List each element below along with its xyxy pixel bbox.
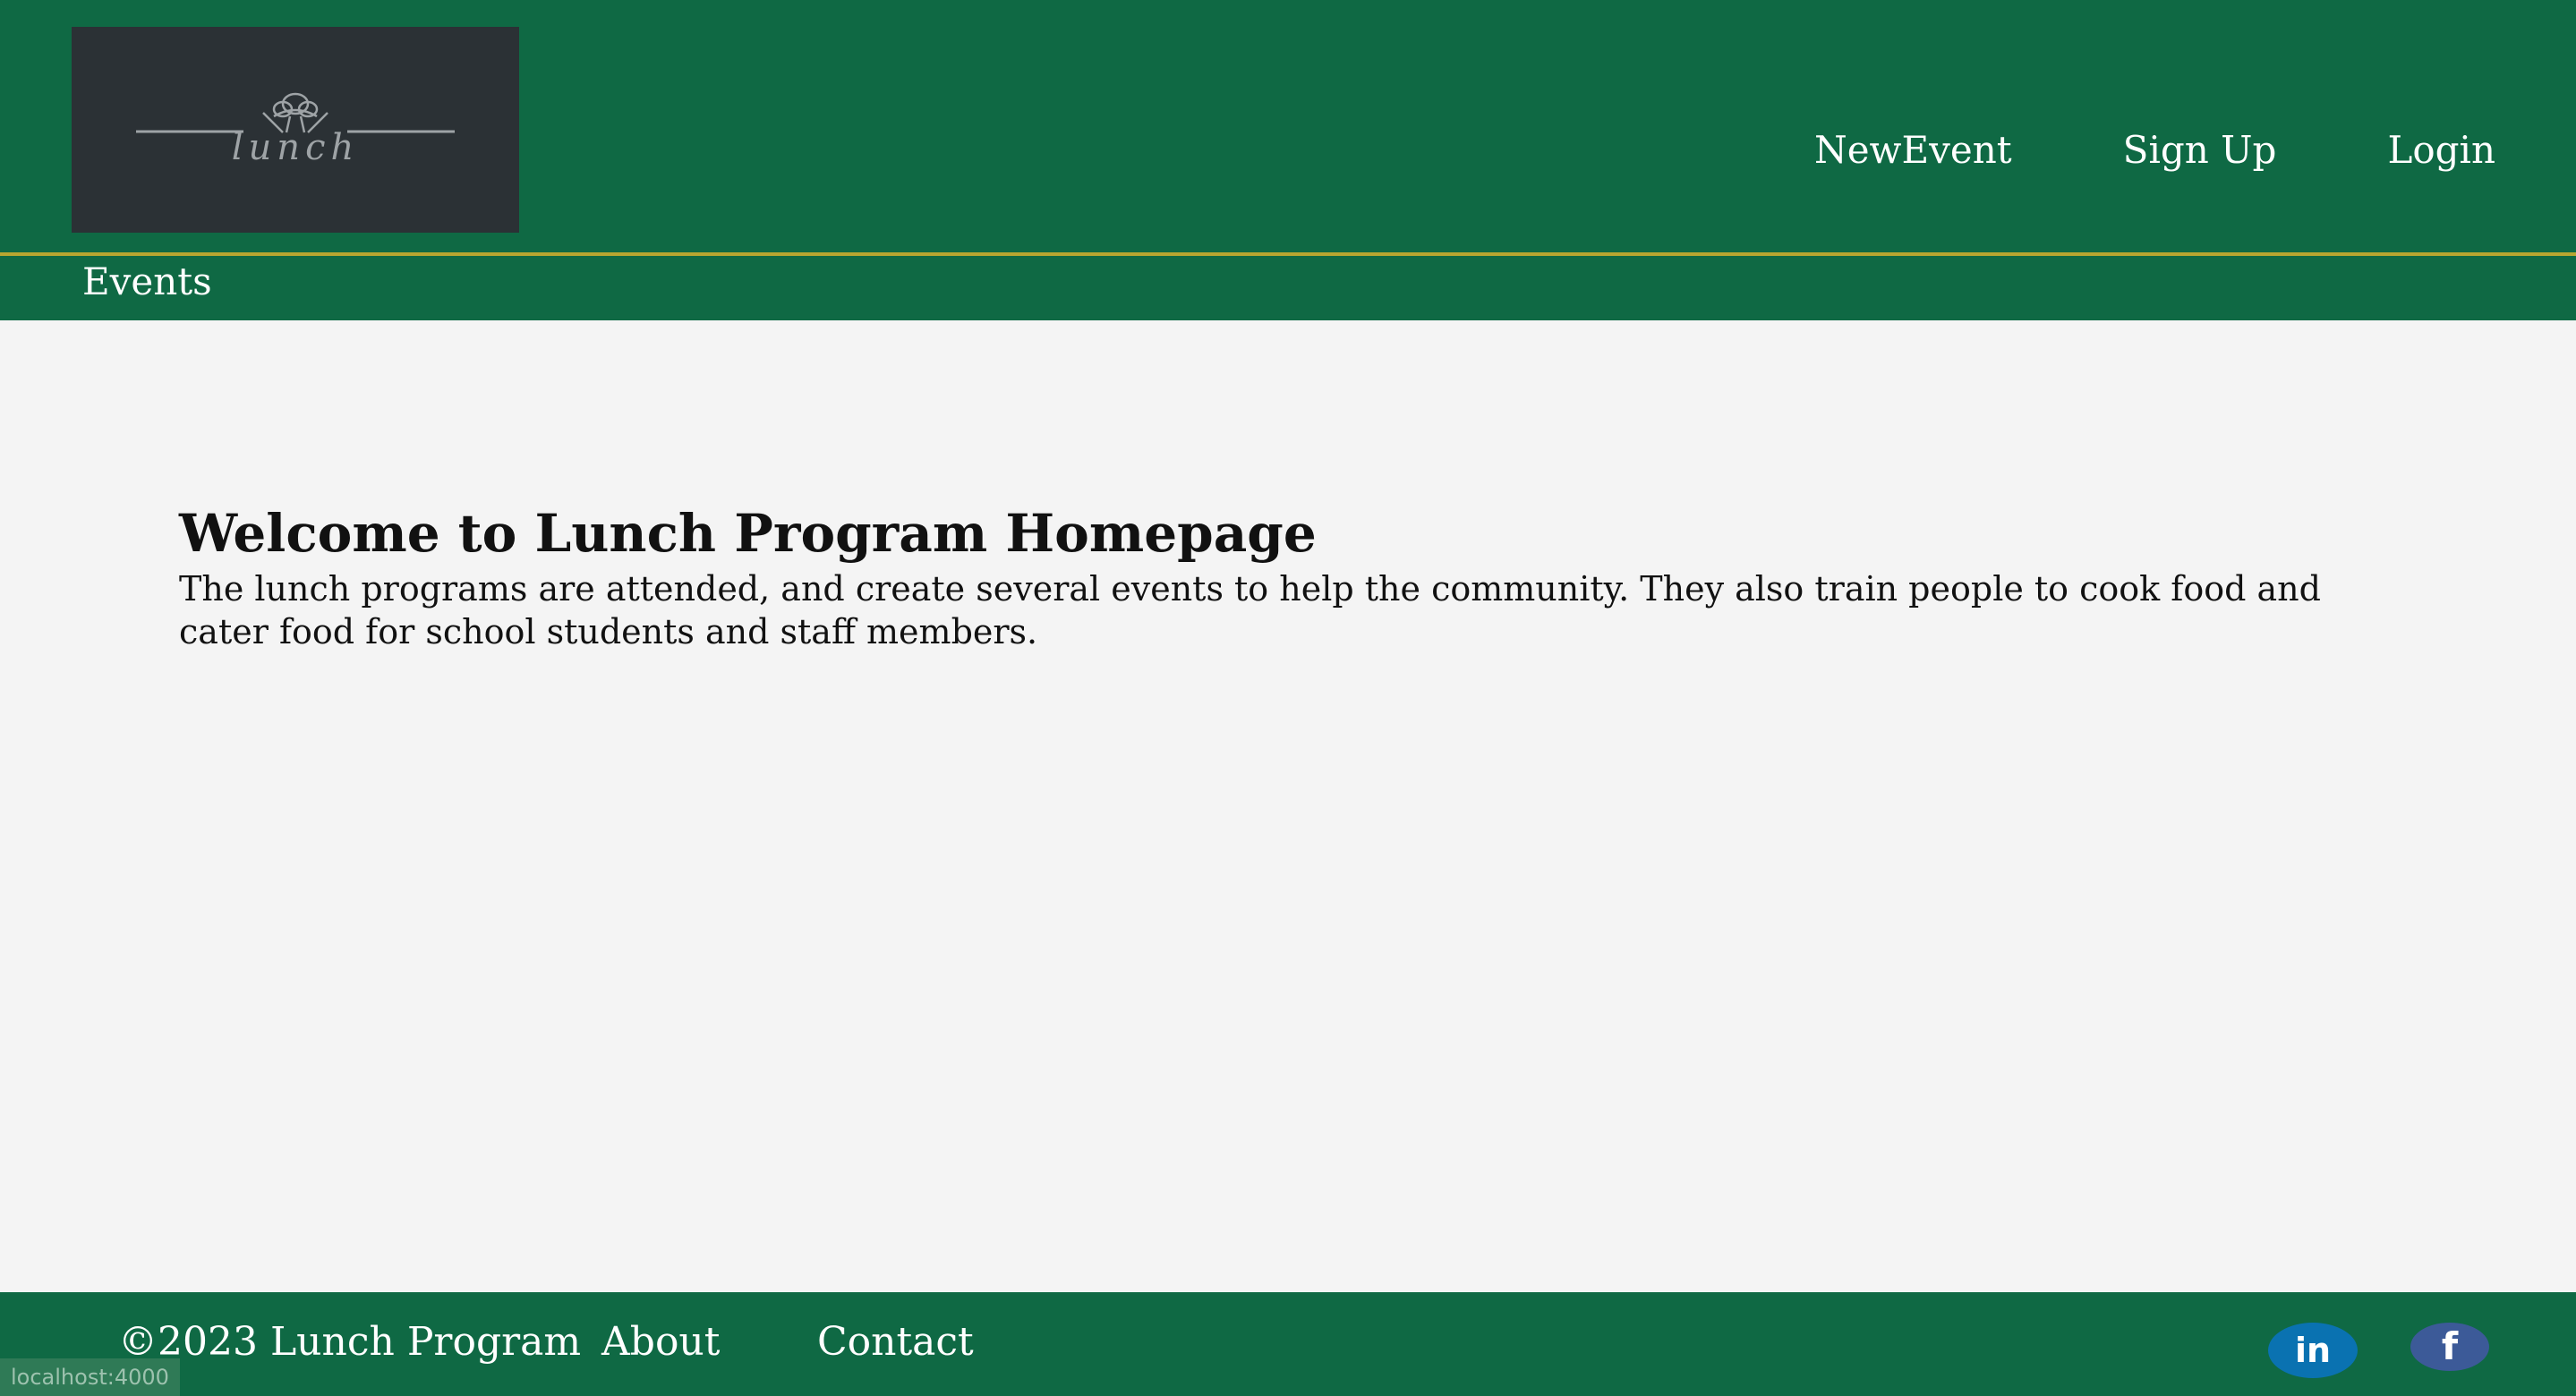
- linkedin-icon[interactable]: in: [2268, 1323, 2358, 1378]
- copyright-text: ©2023 Lunch Program: [118, 1319, 582, 1365]
- footer-about-link[interactable]: About: [601, 1315, 720, 1369]
- nav-new-event[interactable]: NewEvent: [1814, 123, 2012, 177]
- main-content: Welcome to Lunch Program Homepage The lu…: [179, 501, 2417, 653]
- footer-contact-link[interactable]: Contact: [817, 1315, 974, 1369]
- page-title: Welcome to Lunch Program Homepage: [179, 503, 1317, 564]
- page: lunch NewEvent Sign Up Login Events Welc…: [0, 0, 2576, 1396]
- linkedin-icon-glyph: in: [2294, 1331, 2332, 1370]
- site-footer: ©2023 Lunch Program About Contact in f l…: [0, 1292, 2576, 1396]
- facebook-icon-glyph: f: [2441, 1324, 2459, 1368]
- logo-text: lunch: [232, 127, 359, 168]
- sub-nav: Events: [0, 256, 2576, 320]
- site-logo[interactable]: lunch: [72, 27, 519, 233]
- nav-sign-up[interactable]: Sign Up: [2123, 123, 2277, 177]
- main-nav: NewEvent Sign Up Login: [1814, 123, 2495, 177]
- lunch-logo-graphic: lunch: [136, 92, 455, 168]
- nav-login[interactable]: Login: [2387, 123, 2495, 177]
- status-bar-url: localhost:4000: [0, 1358, 180, 1396]
- site-header: lunch NewEvent Sign Up Login: [0, 0, 2576, 252]
- facebook-icon[interactable]: f: [2410, 1323, 2489, 1371]
- intro-paragraph: The lunch programs are attended, and cre…: [179, 569, 2321, 651]
- subnav-events-link[interactable]: Events: [82, 256, 212, 308]
